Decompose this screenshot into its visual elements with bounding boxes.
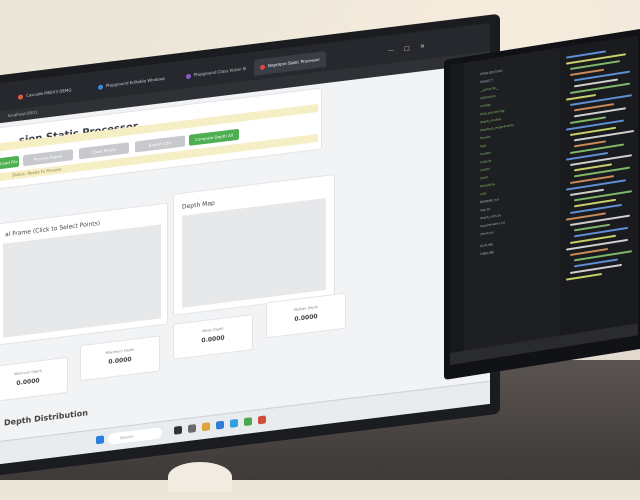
explorer-item[interactable]: __pycache__ xyxy=(480,85,499,92)
code-editor-window: OPEN EDITORS PROJECT __pycache__ calibra… xyxy=(450,35,638,366)
tab-favicon-icon xyxy=(98,83,103,90)
metric-card: Mean Depth 0.0000 xyxy=(173,314,253,360)
code-editor-pane[interactable] xyxy=(560,35,638,348)
export-csv-button[interactable]: Export CSV xyxy=(135,135,185,153)
metric-value: 0.0000 xyxy=(16,377,40,388)
metric-card: Minimum Depth 0.0000 xyxy=(0,356,68,403)
explorer-item[interactable]: templates xyxy=(480,182,495,188)
chrome-icon[interactable] xyxy=(244,417,252,427)
depth-map-panel: Depth Map xyxy=(173,173,335,316)
explorer-item[interactable]: OPEN EDITORS xyxy=(480,69,503,77)
close-icon[interactable]: ✕ xyxy=(420,43,425,51)
maximize-icon[interactable]: □ xyxy=(404,45,410,53)
minimize-icon[interactable]: — xyxy=(388,47,394,55)
taskbar-search-input[interactable]: Search xyxy=(108,427,162,445)
explorer-item[interactable]: PROJECT xyxy=(480,78,493,84)
process-frame-button[interactable]: Process Frame xyxy=(23,149,73,167)
web-page: sion Static Processor Load File Process … xyxy=(0,62,490,446)
explorer-item[interactable]: static xyxy=(480,175,488,180)
load-file-button[interactable]: Load File xyxy=(0,155,19,170)
explorer-item[interactable]: requirements.txt xyxy=(480,220,505,228)
explorer-item[interactable]: calibration xyxy=(480,94,496,101)
explorer-item[interactable]: app.py xyxy=(480,207,490,213)
activity-bar xyxy=(450,62,464,366)
widgets-icon[interactable] xyxy=(188,424,196,434)
original-frame-panel: al Frame (Click to Select Points) xyxy=(0,202,168,346)
tab-favicon-icon xyxy=(18,93,23,100)
original-frame-canvas[interactable] xyxy=(3,224,161,338)
explorer-item[interactable]: depth_models xyxy=(480,117,501,124)
depth-distribution-title: Depth Distribution xyxy=(4,408,88,428)
explorer-item[interactable]: frames xyxy=(480,135,490,141)
edge-browser-icon[interactable] xyxy=(216,420,224,430)
secondary-monitor: OPEN EDITORS PROJECT __pycache__ calibra… xyxy=(444,27,640,400)
tab-favicon-icon xyxy=(260,64,265,70)
explorer-item[interactable]: depthpro_experiments xyxy=(480,123,514,132)
explorer-item[interactable]: models xyxy=(480,151,491,157)
file-explorer-icon[interactable] xyxy=(202,422,210,432)
coffee-cup xyxy=(168,462,232,492)
clear-points-button[interactable]: Clear Points xyxy=(79,142,129,160)
explorer-item[interactable]: TIMELINE xyxy=(480,250,494,256)
explorer-item[interactable]: server.py xyxy=(480,230,494,236)
explorer-item[interactable]: OUTLINE xyxy=(480,242,493,248)
explorer-item[interactable]: README.md xyxy=(480,197,499,204)
depth-map-title: Depth Map xyxy=(182,199,215,211)
explorer-item[interactable]: depth_utils.py xyxy=(480,213,501,220)
app-icon[interactable] xyxy=(258,415,266,425)
compute-depth-button[interactable]: Compute Depth All xyxy=(189,128,239,146)
explorer-item[interactable]: utils xyxy=(480,191,486,196)
explorer-item[interactable]: outputs xyxy=(480,158,491,164)
vscode-icon[interactable] xyxy=(230,418,238,428)
explorer-item[interactable]: logs xyxy=(480,143,486,148)
tab-favicon-icon xyxy=(186,73,191,79)
explorer-item[interactable]: configs xyxy=(480,103,491,109)
depth-map-canvas xyxy=(182,198,326,308)
metric-card: Maximum Depth 0.0000 xyxy=(80,335,160,382)
task-view-icon[interactable] xyxy=(174,425,182,435)
explorer-item[interactable]: scripts xyxy=(480,167,490,173)
explorer-item[interactable]: data_processing xyxy=(480,108,504,116)
code-line xyxy=(566,272,602,281)
start-icon[interactable] xyxy=(96,435,104,445)
